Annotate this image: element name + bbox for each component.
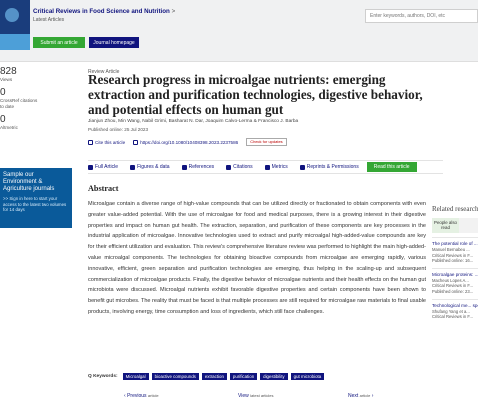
published-date: Published online: 25 Jul 2023 <box>88 127 149 132</box>
chevron-right-icon: > <box>171 8 176 15</box>
chevron-right-icon: › <box>370 393 374 399</box>
book-icon <box>181 164 187 170</box>
abstract-text: Microalgae contain a diverse range of hi… <box>88 201 426 315</box>
related-research-title: Related research <box>432 205 478 213</box>
tab-metrics[interactable]: Metrics <box>264 164 288 170</box>
keyword-tag[interactable]: Microalgal <box>122 373 149 380</box>
keyword-tag[interactable]: extraction <box>201 373 227 380</box>
article-metrics: 828 Views 0 CrossRef citations to date 0… <box>0 66 42 131</box>
abstract-heading: Abstract <box>88 184 119 193</box>
lock-icon <box>299 164 305 170</box>
link-icon <box>133 139 139 145</box>
keyword-tag[interactable]: purification <box>229 373 258 380</box>
latest-articles-label: Latest Articles <box>33 17 65 23</box>
journal-homepage-button[interactable]: Journal homepage <box>89 37 139 48</box>
view-latest-link[interactable]: View latest articles <box>238 393 273 399</box>
ad-headline: Sample our Environment & Agriculture jou… <box>3 172 55 192</box>
tab-figures[interactable]: Figures & data <box>130 164 170 170</box>
related-item[interactable]: The potential role of ... oxidative stre… <box>432 237 478 264</box>
tab-people-also-read[interactable]: People also read <box>432 218 459 233</box>
doi-link[interactable]: https://doi.org/10.1080/10408398.2023.22… <box>133 139 238 145</box>
next-article-link[interactable]: Next article › <box>348 393 373 399</box>
cite-row: Cite this article https://doi.org/10.108… <box>88 138 287 146</box>
check-updates-badge[interactable]: Check for updates <box>246 138 287 146</box>
keywords-row: Q Keywords: Microalgal bioactive compoun… <box>88 373 325 380</box>
journal-cover-image[interactable] <box>0 0 30 50</box>
cite-article-link[interactable]: Cite this article <box>88 139 125 145</box>
journal-title-link[interactable]: Critical Reviews in Food Science and Nut… <box>33 8 175 15</box>
tab-citations[interactable]: Citations <box>226 164 253 170</box>
previous-article-link[interactable]: ‹ Previous article <box>124 393 159 399</box>
tab-references[interactable]: References <box>181 164 214 170</box>
article-title: Research progress in microalgae nutrient… <box>88 72 423 117</box>
keyword-tag[interactable]: bioactive compounds <box>151 373 199 380</box>
related-tabs: People also read <box>432 218 478 233</box>
read-article-button[interactable]: Read this article <box>366 162 417 172</box>
article-pager: ‹ Previous article View latest articles … <box>88 393 388 403</box>
related-item[interactable]: Technological me... species for foods Sh… <box>432 298 478 320</box>
quote-icon <box>226 164 232 170</box>
metric-views: 828 Views <box>0 66 17 82</box>
metric-altmetric: 0 Altmetric <box>0 114 18 130</box>
ad-signin-link[interactable]: >> Sign in here to start your access to … <box>3 196 69 213</box>
related-item[interactable]: Microalgae proteins: ... isolation, quan… <box>432 267 478 295</box>
image-icon <box>130 164 136 170</box>
search-input[interactable] <box>365 9 478 23</box>
tab-reprints[interactable]: Reprints & Permissions <box>299 164 359 170</box>
keyword-tag[interactable]: gut microbiota <box>290 373 325 380</box>
tab-full-article[interactable]: Full Article <box>88 164 118 170</box>
submit-article-button[interactable]: Submit an article <box>33 37 85 48</box>
keyword-tag[interactable]: digestibility <box>260 373 288 380</box>
metric-crossref: 0 CrossRef citations to date <box>0 87 38 109</box>
author-list[interactable]: Jianjun Zhou, Min Wang, Nabil Grimi, Bas… <box>88 119 298 124</box>
bar-chart-icon <box>264 164 270 170</box>
journal-header: Critical Reviews in Food Science and Nut… <box>0 0 478 62</box>
quote-icon <box>88 139 93 145</box>
sample-journals-ad[interactable]: Sample our Environment & Agriculture jou… <box>0 168 72 228</box>
document-icon <box>88 164 93 170</box>
related-research-sidebar: Related research People also read The po… <box>432 205 478 320</box>
keywords-label: Q Keywords: <box>88 374 118 379</box>
article-tabs: Full Article Figures & data References C… <box>88 160 443 174</box>
tab-recommended[interactable] <box>459 218 478 233</box>
